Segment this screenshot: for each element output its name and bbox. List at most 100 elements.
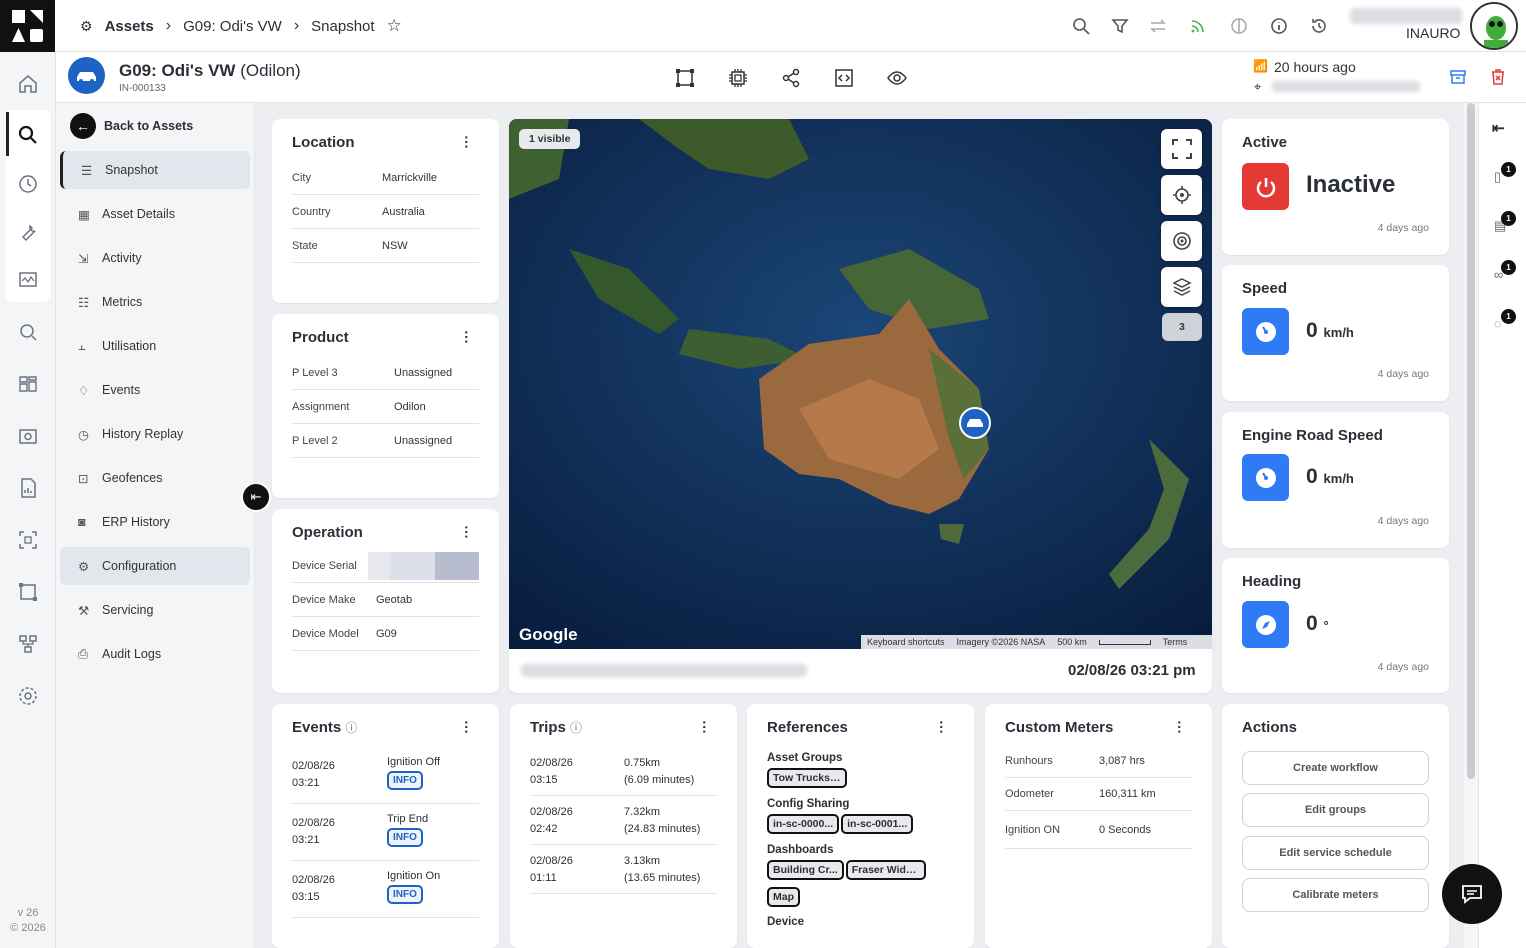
clock-icon[interactable] — [16, 172, 40, 196]
engine-road-speed-card: Engine Road Speed 0 km/h 4 days ago — [1222, 412, 1449, 548]
zoom-icon[interactable] — [16, 320, 40, 344]
create-workflow-button[interactable]: Create workflow — [1242, 751, 1429, 785]
sidebar-item-events[interactable]: ♢ Events — [60, 371, 250, 409]
layers-button[interactable] — [1161, 267, 1202, 307]
trip-distance: 0.75km — [624, 757, 661, 769]
clipboard-icon[interactable]: ▯ — [1494, 169, 1501, 185]
more-icon[interactable]: ⋯ — [459, 135, 475, 148]
dashboard-chip[interactable]: Building Cr... — [767, 860, 844, 880]
edit-groups-button[interactable]: Edit groups — [1242, 793, 1429, 827]
rss-icon[interactable] — [1188, 16, 1208, 36]
dashboard-chip[interactable]: Fraser Widg... — [845, 860, 926, 880]
collapse-panel-icon[interactable]: ⇤ — [1492, 119, 1505, 137]
scale-label: 500 km — [1057, 637, 1087, 647]
info-icon[interactable] — [1269, 16, 1289, 36]
sidebar-item-geofences[interactable]: ⊡ Geofences — [60, 459, 250, 497]
event-row[interactable]: 02/08/26 03:15 Ignition On INFO — [292, 861, 479, 918]
eye-icon[interactable] — [886, 67, 908, 89]
heading-unit: ° — [1323, 618, 1329, 633]
kv-value: Unassigned — [394, 366, 453, 379]
dashboards-label: Dashboards — [767, 844, 834, 856]
history-icon[interactable] — [1309, 16, 1329, 36]
kv-key: State — [292, 239, 318, 252]
locate-button[interactable] — [1161, 175, 1202, 215]
dashboard-icon[interactable] — [16, 372, 40, 396]
sidebar-item-snapshot[interactable]: ☰ Snapshot — [60, 151, 250, 189]
event-row[interactable]: 02/08/26 03:21 Trip End INFO — [292, 804, 479, 861]
layers-count[interactable]: 3 — [1162, 313, 1202, 341]
collapse-sidebar-button[interactable]: ⇤ — [241, 482, 271, 512]
geofence-icon[interactable] — [674, 67, 696, 89]
more-icon[interactable]: ⋯ — [459, 525, 475, 538]
report-icon[interactable] — [16, 476, 40, 500]
scrollbar-thumb[interactable] — [1467, 103, 1475, 779]
app-logo[interactable] — [0, 0, 55, 52]
sidebar-item-label: Asset Details — [102, 207, 175, 221]
sidebar-item-configuration[interactable]: ⚙ Configuration — [60, 547, 250, 585]
more-icon[interactable]: ⋯ — [697, 720, 713, 733]
sidebar-item-history-replay[interactable]: ◷ History Replay — [60, 415, 250, 453]
target-button[interactable] — [1161, 221, 1202, 261]
monitor-icon[interactable] — [16, 268, 40, 292]
assets-chip-icon: ⚙ — [80, 17, 93, 34]
map-timestamp: 02/08/26 03:21 pm — [1068, 662, 1196, 679]
sidebar-item-audit-logs[interactable]: ⎙ Audit Logs — [60, 635, 250, 673]
share-icon[interactable] — [780, 67, 802, 89]
geofence-icon[interactable] — [16, 580, 40, 604]
dashboard-chip[interactable]: Map — [767, 887, 800, 907]
event-row[interactable]: 02/08/26 03:21 Ignition Off INFO — [292, 747, 479, 804]
sidebar-item-servicing[interactable]: ⚒ Servicing — [60, 591, 250, 629]
archive-icon[interactable] — [1449, 68, 1467, 86]
config-chip[interactable]: in-sc-0000... — [767, 814, 840, 834]
more-icon[interactable]: ⋯ — [459, 330, 475, 343]
code-icon[interactable] — [833, 67, 855, 89]
sidebar-item-utilisation[interactable]: ⫠ Utilisation — [60, 327, 250, 365]
fullscreen-button[interactable] — [1161, 129, 1202, 169]
more-icon[interactable]: ⋯ — [459, 720, 475, 733]
sidebar-item-asset-details[interactable]: ▦ Asset Details — [60, 195, 250, 233]
terms-link[interactable]: Terms — [1163, 637, 1188, 647]
delete-icon[interactable] — [1489, 68, 1507, 86]
keyboard-shortcuts-link[interactable]: Keyboard shortcuts — [867, 637, 945, 647]
search-icon[interactable] — [16, 123, 40, 147]
wrench-icon[interactable] — [16, 220, 40, 244]
contrast-icon[interactable] — [1229, 16, 1249, 36]
star-icon[interactable]: ☆ — [387, 16, 402, 36]
sidebar-item-activity[interactable]: ⇲ Activity — [60, 239, 250, 277]
swap-icon[interactable] — [1148, 16, 1168, 36]
info-icon[interactable]: ⓘ — [570, 721, 582, 735]
breadcrumb-assets[interactable]: Assets — [105, 18, 154, 35]
edit-service-schedule-button[interactable]: Edit service schedule — [1242, 836, 1429, 870]
hierarchy-icon[interactable] — [16, 632, 40, 656]
user-name[interactable]: INAURO — [1406, 25, 1460, 41]
avatar[interactable] — [1470, 2, 1518, 50]
status-time: 4 days ago — [1377, 368, 1429, 380]
search-icon[interactable] — [1071, 16, 1091, 36]
event-clock: 03:15 — [292, 891, 320, 903]
breadcrumb-asset[interactable]: G09: Odi's VW — [183, 18, 282, 35]
scan-icon[interactable] — [16, 528, 40, 552]
config-chip[interactable]: in-sc-0001... — [841, 814, 914, 834]
chat-button[interactable] — [1442, 864, 1502, 924]
trip-clock: 03:15 — [530, 774, 558, 786]
asset-marker[interactable] — [959, 407, 991, 439]
more-icon[interactable]: ⋯ — [934, 720, 950, 733]
sidebar-item-label: Events — [102, 383, 141, 397]
map-view[interactable]: Google — [509, 119, 1212, 649]
kv-row: Device Make Geotab — [292, 583, 479, 617]
chip-icon[interactable] — [727, 67, 749, 89]
sidebar-item-metrics[interactable]: ☷ Metrics — [60, 283, 250, 321]
back-to-assets-button[interactable]: ← Back to Assets — [70, 113, 193, 139]
settings-icon[interactable] — [16, 684, 40, 708]
home-icon[interactable] — [16, 72, 40, 96]
filter-icon[interactable] — [1110, 16, 1130, 36]
trip-row[interactable]: 02/08/26 02:42 7.32km (24.83 minutes) — [530, 796, 717, 845]
more-icon[interactable]: ⋯ — [1172, 720, 1188, 733]
trip-row[interactable]: 02/08/26 03:15 0.75km (6.09 minutes) — [530, 747, 717, 796]
asset-group-chip[interactable]: Tow Trucks ... — [767, 768, 847, 788]
sidebar-item-erp-history[interactable]: ◙ ERP History — [60, 503, 250, 541]
info-icon[interactable]: ⓘ — [345, 721, 357, 735]
calibrate-meters-button[interactable]: Calibrate meters — [1242, 878, 1429, 912]
camera-icon[interactable] — [16, 424, 40, 448]
trip-row[interactable]: 02/08/26 01:11 3.13km (13.65 minutes) — [530, 845, 717, 894]
